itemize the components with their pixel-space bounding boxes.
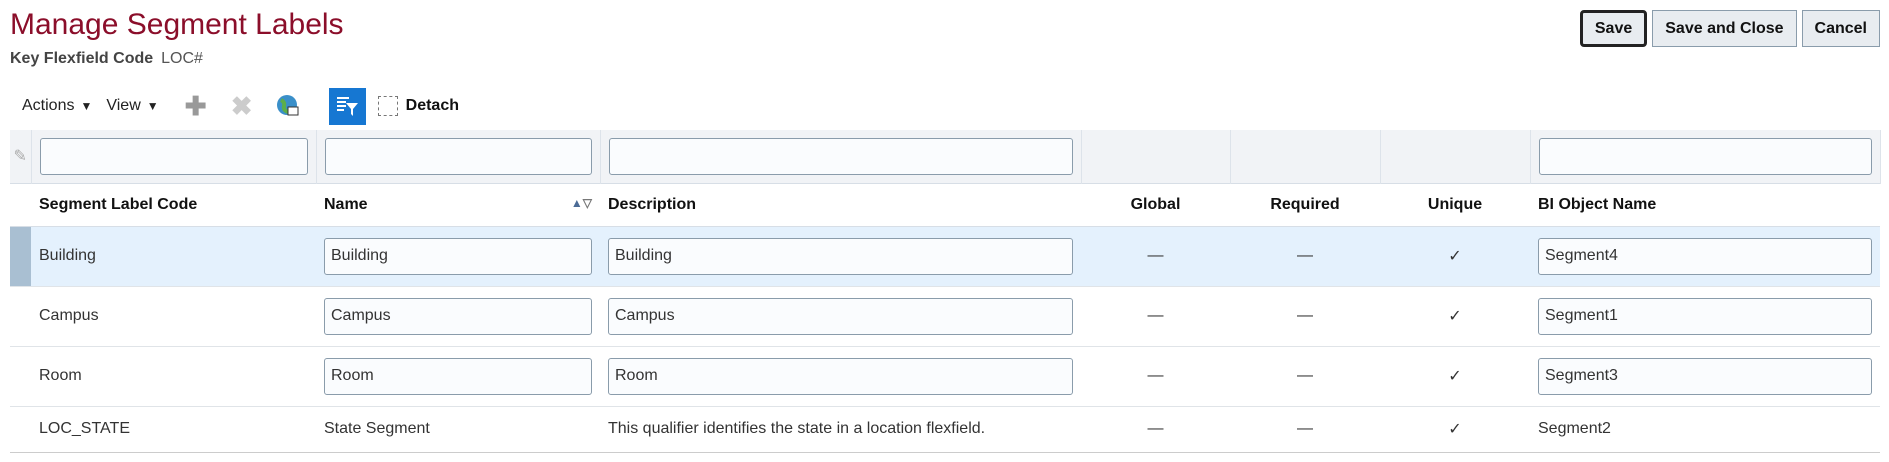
cell-code: Campus <box>31 286 316 347</box>
filter-name[interactable] <box>324 137 592 175</box>
row-header[interactable] <box>10 406 31 453</box>
row-header[interactable] <box>10 226 31 287</box>
actions-menu[interactable]: Actions ▼ <box>22 97 92 115</box>
cancel-button[interactable]: Cancel <box>1801 10 1880 47</box>
row-header[interactable] <box>10 286 31 347</box>
col-header-name[interactable]: Name ▲▽ <box>316 182 600 227</box>
dropdown-arrow-icon: ▼ <box>80 99 93 113</box>
cell-code: LOC_STATE <box>31 406 316 453</box>
global-value: — <box>1081 226 1230 287</box>
required-value: — <box>1230 286 1380 347</box>
page-title: Manage Segment Labels <box>10 8 344 41</box>
cell-description: This qualifier identifies the state in a… <box>600 406 1081 453</box>
description-input[interactable]: Building <box>608 237 1073 275</box>
row-header[interactable] <box>10 346 31 407</box>
col-header-unique[interactable]: Unique <box>1380 182 1530 227</box>
required-value: — <box>1230 406 1380 453</box>
filter-segment-label-code[interactable] <box>39 137 308 175</box>
name-input[interactable]: Building <box>324 237 592 275</box>
cell-code: Room <box>31 346 316 407</box>
unique-check-icon: ✓ <box>1380 406 1530 453</box>
view-label: View <box>106 97 141 114</box>
sort-descending-icon[interactable]: ▽ <box>583 196 592 210</box>
unique-check-icon: ✓ <box>1380 226 1530 287</box>
globe-translate-icon[interactable] <box>273 91 303 121</box>
detach-button[interactable]: Detach <box>377 96 459 116</box>
col-header-required[interactable]: Required <box>1230 182 1380 227</box>
name-input[interactable]: Campus <box>324 297 592 335</box>
description-input[interactable]: Room <box>608 357 1073 395</box>
view-menu[interactable]: View ▼ <box>106 97 158 115</box>
table-row[interactable]: Building Building Building — — ✓ Segment… <box>10 226 1880 287</box>
filter-row: ✎ <box>10 130 1881 183</box>
bi-object-name-input[interactable]: Segment3 <box>1538 357 1872 395</box>
name-input[interactable]: Room <box>324 357 592 395</box>
required-value: — <box>1230 226 1380 287</box>
delete-icon[interactable]: ✖ <box>227 91 257 121</box>
bi-object-name-input[interactable]: Segment1 <box>1538 297 1872 335</box>
col-header-description[interactable]: Description <box>600 182 1081 227</box>
save-button[interactable]: Save <box>1579 10 1648 47</box>
detach-icon <box>377 96 398 116</box>
unique-check-icon: ✓ <box>1380 286 1530 347</box>
bi-object-name-input[interactable]: Segment4 <box>1538 237 1872 275</box>
unique-check-icon: ✓ <box>1380 346 1530 407</box>
flexfield-code: Key Flexfield Code LOC# <box>10 50 203 68</box>
required-value: — <box>1230 346 1380 407</box>
flexfield-code-value: LOC# <box>161 50 203 67</box>
col-header-name-label: Name <box>324 195 368 213</box>
cell-bi-object-name: Segment2 <box>1530 406 1880 453</box>
global-value: — <box>1081 406 1230 453</box>
clear-filter-icon[interactable]: ✎ <box>10 130 32 183</box>
add-icon[interactable]: ✚ <box>181 91 211 121</box>
query-by-example-button[interactable] <box>328 87 366 125</box>
page-buttons: Save Save and Close Cancel <box>1579 10 1880 47</box>
table-row[interactable]: LOC_STATE State Segment This qualifier i… <box>10 406 1880 453</box>
global-value: — <box>1081 286 1230 347</box>
cell-name: State Segment <box>316 406 600 453</box>
header-row: Segment Label Code Name ▲▽ Description Gl… <box>10 182 1880 227</box>
filter-icon <box>337 97 359 116</box>
col-header-code[interactable]: Segment Label Code <box>31 182 316 227</box>
col-header-global[interactable]: Global <box>1081 182 1230 227</box>
dropdown-arrow-icon: ▼ <box>146 99 159 113</box>
flexfield-code-label: Key Flexfield Code <box>10 50 154 67</box>
detach-label: Detach <box>405 97 459 114</box>
filter-bi-object-name[interactable] <box>1538 137 1872 175</box>
filter-description[interactable] <box>608 137 1073 175</box>
segment-labels-table: ✎ Segment Label Code Name ▲▽ Description … <box>10 130 1881 453</box>
cell-code: Building <box>31 226 316 287</box>
table-toolbar: Actions ▼ View ▼ ✚ ✖ Detach <box>22 87 459 125</box>
global-value: — <box>1081 346 1230 407</box>
actions-label: Actions <box>22 97 75 114</box>
table-row[interactable]: Room Room Room — — ✓ Segment3 <box>10 346 1880 407</box>
col-header-bi-object-name[interactable]: BI Object Name <box>1530 182 1880 227</box>
save-and-close-button[interactable]: Save and Close <box>1652 10 1797 47</box>
table-row[interactable]: Campus Campus Campus — — ✓ Segment1 <box>10 286 1880 347</box>
description-input[interactable]: Campus <box>608 297 1073 335</box>
sort-ascending-icon[interactable]: ▲ <box>571 196 583 210</box>
